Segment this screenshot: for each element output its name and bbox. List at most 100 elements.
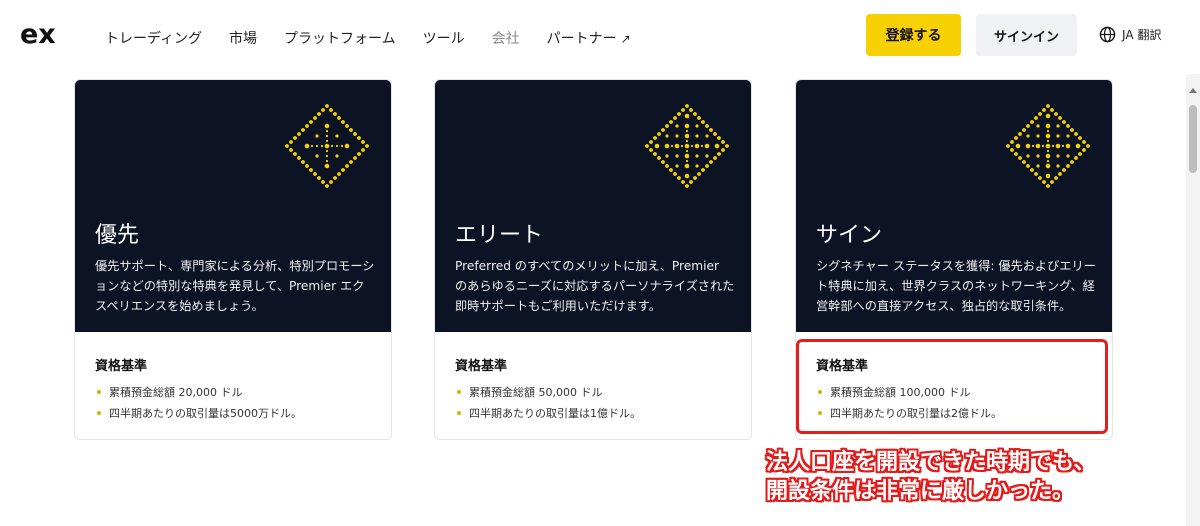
pattern-dot bbox=[1056, 124, 1060, 128]
pattern-dot bbox=[325, 159, 329, 163]
pattern-dot bbox=[317, 176, 321, 180]
pattern-dot bbox=[345, 124, 349, 128]
pattern-dot bbox=[1042, 108, 1046, 112]
pattern-dot bbox=[324, 163, 330, 169]
pattern-dot bbox=[713, 132, 717, 136]
pattern-dot bbox=[709, 160, 713, 164]
card-header: サイン シグネチャー ステータスを獲得: 優先およびエリート特典に加え、世界クラ… bbox=[796, 80, 1112, 332]
language-selector[interactable]: JA 翻訳 bbox=[1099, 26, 1162, 43]
pattern-dot bbox=[325, 154, 329, 158]
pattern-dot bbox=[1050, 108, 1054, 112]
pattern-dot bbox=[685, 134, 689, 138]
pattern-dot bbox=[335, 144, 339, 148]
pattern-dot bbox=[1075, 143, 1081, 149]
pattern-dot bbox=[675, 164, 679, 168]
pattern-dot bbox=[1058, 172, 1062, 176]
pattern-dot bbox=[1070, 128, 1074, 132]
pattern-dot bbox=[1074, 132, 1078, 136]
pattern-dot bbox=[1015, 143, 1021, 149]
annotation-caption: 法人口座を開設できた時期でも、 開設条件は非常に厳しかった。 bbox=[766, 448, 1095, 506]
pattern-dot bbox=[695, 154, 699, 158]
signin-button[interactable]: サインイン bbox=[976, 14, 1077, 56]
scrollbar-thumb[interactable] bbox=[1189, 105, 1197, 173]
pattern-dot bbox=[1034, 172, 1038, 176]
exness-logo[interactable]: ex bbox=[20, 19, 66, 50]
card-criteria: 資格基準 累積預金総額 20,000 ドル 四半期あたりの取引量は5000万ドル… bbox=[75, 332, 391, 439]
pattern-dot bbox=[325, 134, 329, 138]
pattern-dot bbox=[664, 143, 670, 149]
nav-item-tools[interactable]: ツール bbox=[423, 28, 465, 48]
pattern-dot bbox=[1042, 180, 1046, 184]
nav-item-partners[interactable]: パートナー ↗ bbox=[547, 28, 631, 48]
pattern-dot bbox=[685, 144, 689, 148]
pattern-dot bbox=[1046, 154, 1050, 158]
pattern-dot bbox=[301, 160, 305, 164]
nav-item-company[interactable]: 会社 bbox=[492, 28, 520, 48]
pattern-dot bbox=[349, 160, 353, 164]
pattern-dot bbox=[675, 154, 679, 158]
pattern-dot bbox=[677, 112, 681, 116]
pattern-dot bbox=[661, 160, 665, 164]
pattern-dot bbox=[1018, 156, 1022, 160]
pattern-dot bbox=[1062, 120, 1066, 124]
pattern-dot bbox=[705, 124, 709, 128]
register-button[interactable]: 登録する bbox=[866, 14, 961, 56]
pattern-dot bbox=[1061, 144, 1065, 148]
card-header: エリート Preferred のすべてのメリットに加え、Premier のあらゆ… bbox=[435, 80, 751, 332]
pattern-dot bbox=[1010, 148, 1014, 152]
pattern-dot bbox=[1066, 154, 1070, 158]
card-header: 優先 優先サポート、専門家による分析、特別プロモーションなどの特別な特典を発見し… bbox=[75, 80, 391, 332]
pattern-dot bbox=[289, 140, 293, 144]
pattern-dot bbox=[701, 120, 705, 124]
pattern-dot bbox=[1066, 134, 1070, 138]
external-link-icon: ↗ bbox=[620, 32, 631, 46]
criteria-item: 四半期あたりの取引量は5000万ドル。 bbox=[97, 402, 302, 423]
pattern-dot bbox=[315, 134, 319, 138]
pattern-dot bbox=[353, 156, 357, 160]
nav-item-markets[interactable]: 市場 bbox=[229, 28, 257, 48]
pattern-dot bbox=[1045, 173, 1051, 179]
pattern-dot bbox=[705, 134, 709, 138]
pattern-dot bbox=[1036, 154, 1040, 158]
criteria-list: 累積預金総額 50,000 ドル 四半期あたりの取引量は1億ドル。 bbox=[457, 381, 641, 423]
pattern-dot bbox=[1014, 136, 1018, 140]
pattern-dot bbox=[1056, 134, 1060, 138]
pattern-dot bbox=[690, 144, 694, 148]
pattern-dot bbox=[1046, 139, 1050, 143]
pattern-dot bbox=[1022, 128, 1026, 132]
pattern-dot bbox=[341, 168, 345, 172]
pattern-dot bbox=[325, 129, 329, 133]
pattern-dot bbox=[325, 139, 329, 143]
pattern-dot bbox=[305, 164, 309, 168]
pattern-dot bbox=[725, 144, 729, 148]
pattern-dot bbox=[330, 144, 334, 148]
pattern-dot bbox=[313, 116, 317, 120]
pattern-dot bbox=[713, 156, 717, 160]
bullet-icon bbox=[457, 389, 461, 394]
pattern-dot bbox=[673, 172, 677, 176]
pattern-dot bbox=[1022, 160, 1026, 164]
pattern-dot bbox=[1051, 144, 1055, 148]
scroll-up-arrow[interactable] bbox=[1189, 88, 1197, 93]
pattern-dot bbox=[1045, 163, 1051, 169]
pattern-dot bbox=[293, 136, 297, 140]
pattern-dot bbox=[649, 140, 653, 144]
pattern-dot bbox=[695, 134, 699, 138]
pattern-dot bbox=[317, 112, 321, 116]
pattern-dot bbox=[337, 116, 341, 120]
pattern-dot bbox=[1010, 140, 1014, 144]
pattern-dot bbox=[1078, 136, 1082, 140]
pattern-dot bbox=[1062, 168, 1066, 172]
pattern-dot bbox=[693, 112, 697, 116]
pattern-dot bbox=[685, 184, 689, 188]
nav-item-platforms[interactable]: プラットフォーム bbox=[284, 28, 396, 48]
pattern-dot bbox=[1046, 144, 1050, 148]
pattern-dot bbox=[689, 108, 693, 112]
pattern-dot bbox=[673, 116, 677, 120]
pattern-dot bbox=[309, 168, 313, 172]
pattern-dot bbox=[675, 144, 679, 148]
pattern-dot bbox=[1056, 164, 1060, 168]
pattern-dot bbox=[1046, 134, 1050, 138]
pattern-dot bbox=[321, 108, 325, 112]
nav-item-trading[interactable]: トレーディング bbox=[105, 28, 202, 48]
